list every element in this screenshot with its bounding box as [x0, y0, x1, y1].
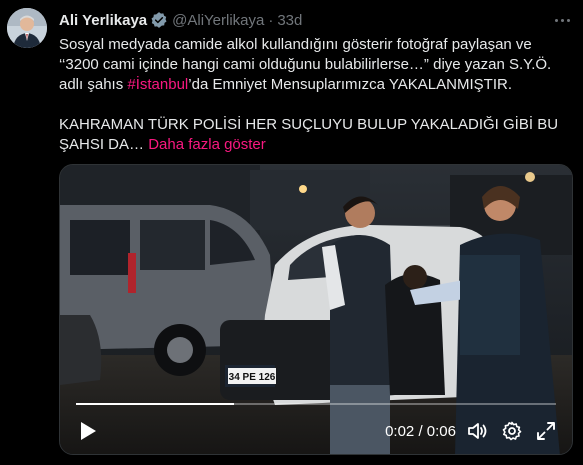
author-avatar[interactable]: [7, 8, 47, 48]
video-time-divider: /: [418, 422, 423, 440]
play-icon[interactable]: [74, 417, 102, 445]
verified-badge-icon: [150, 11, 168, 29]
video-controls: 0:02 / 0:06: [60, 408, 572, 454]
video-time: 0:02 / 0:06: [385, 423, 456, 440]
tweet-time[interactable]: 33d: [277, 12, 302, 29]
tweet-line: KAHRAMAN TÜRK POLİSİ HER SUÇLUYU BULUP Y…: [59, 116, 559, 133]
video-progress-bar[interactable]: [76, 403, 556, 405]
video-progress-fill: [76, 403, 235, 405]
show-more-link[interactable]: Daha fazla göster: [148, 136, 266, 153]
tweet-line: ‘‘3200 cami içinde hangi cami olduğunu b…: [59, 56, 552, 73]
license-plate: 34 PE 126: [229, 372, 276, 383]
tweet-line: Sosyal medyada camide alkol kullandığını…: [59, 36, 532, 53]
tweet-line: adlı şahıs #İstanbul’da Emniyet Mensupla…: [59, 75, 574, 95]
tweet-text-segment: ŞAHSI DA…: [59, 136, 145, 153]
fullscreen-icon[interactable]: [532, 417, 560, 445]
tweet-text-segment: adlı şahıs: [59, 76, 128, 93]
video-duration: 0:06: [426, 422, 456, 440]
video-player[interactable]: 34 PE 126 0:02 / 0:06: [59, 164, 573, 455]
hashtag-link[interactable]: #İstanbul: [127, 76, 188, 93]
video-current-time: 0:02: [385, 422, 415, 440]
tweet-line: ŞAHSI DA… Daha fazla göster: [59, 135, 574, 155]
tweet[interactable]: Ali Yerlikaya @AliYerlikaya · 33d Sosyal…: [59, 10, 574, 155]
tweet-header: Ali Yerlikaya @AliYerlikaya · 33d: [59, 10, 574, 30]
author-handle[interactable]: @AliYerlikaya: [172, 12, 264, 29]
settings-gear-icon[interactable]: [498, 417, 526, 445]
more-options-icon[interactable]: [555, 18, 574, 22]
tweet-text-segment: ’da Emniyet Mensuplarımızca YAKALANMIŞTI…: [188, 76, 512, 93]
tweet-text: Sosyal medyada camide alkol kullandığını…: [59, 35, 574, 155]
dot-separator: ·: [268, 11, 274, 29]
volume-icon[interactable]: [464, 417, 492, 445]
author-name[interactable]: Ali Yerlikaya: [59, 12, 147, 29]
